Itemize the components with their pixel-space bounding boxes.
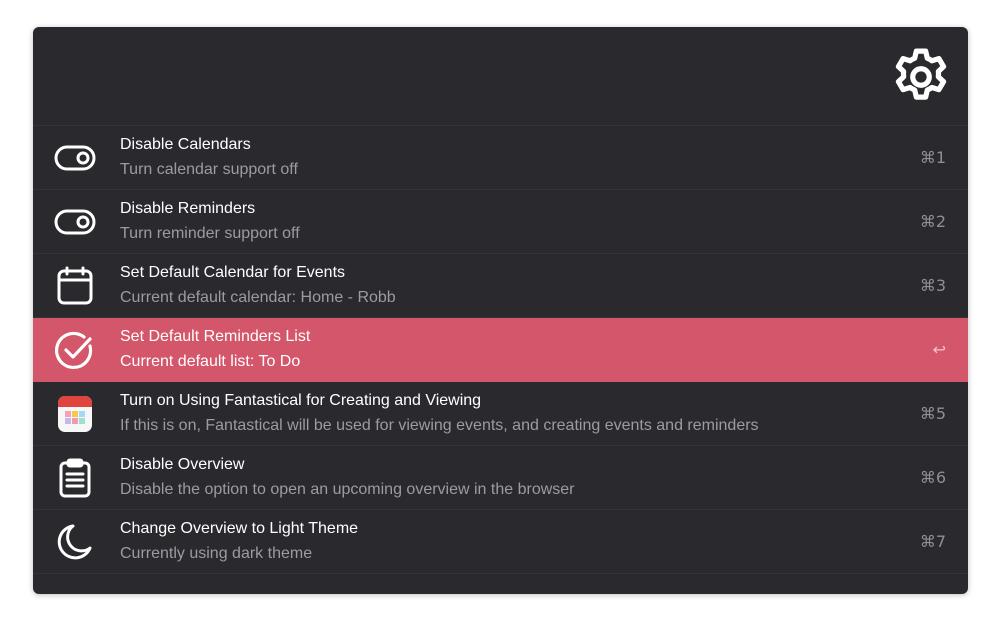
command-subtitle: Disable the option to open an upcoming o… (120, 481, 575, 498)
keyboard-shortcut: ⌘6 (919, 468, 946, 487)
keyboard-shortcut: ⌘7 (919, 532, 946, 551)
command-item-default-calendar[interactable]: Set Default Calendar for Events Current … (33, 254, 968, 318)
palette-header (33, 27, 968, 126)
moon-icon (53, 522, 97, 562)
command-item-disable-overview[interactable]: Disable Overview Disable the option to o… (33, 446, 968, 510)
keyboard-shortcut: ⌘5 (919, 404, 946, 423)
fantastical-app-icon (53, 394, 97, 434)
command-item-disable-reminders[interactable]: Disable Reminders Turn reminder support … (33, 190, 968, 254)
gear-icon[interactable] (888, 44, 954, 110)
command-subtitle: Current default list: To Do (120, 353, 301, 370)
command-subtitle: Turn reminder support off (120, 225, 300, 242)
command-title: Disable Overview (120, 456, 245, 473)
toggle-icon (53, 138, 97, 178)
enter-key-icon: ↩ (932, 340, 946, 359)
command-title: Disable Reminders (120, 200, 256, 217)
command-title: Change Overview to Light Theme (120, 520, 359, 537)
command-subtitle: Turn calendar support off (120, 161, 298, 178)
command-title: Turn on Using Fantastical for Creating a… (120, 392, 482, 409)
keyboard-shortcut: ⌘2 (919, 212, 946, 231)
check-circle-icon (53, 330, 97, 370)
keyboard-shortcut: ⌘3 (919, 276, 946, 295)
command-palette: Disable Calendars Turn calendar support … (33, 27, 968, 594)
command-title: Set Default Calendar for Events (120, 264, 346, 281)
clipboard-icon (53, 458, 97, 498)
command-item-light-theme[interactable]: Change Overview to Light Theme Currently… (33, 510, 968, 574)
command-title: Set Default Reminders List (120, 328, 311, 345)
command-item-disable-calendars[interactable]: Disable Calendars Turn calendar support … (33, 126, 968, 190)
command-subtitle: Current default calendar: Home - Robb (120, 289, 396, 306)
command-subtitle: Currently using dark theme (120, 545, 313, 562)
toggle-icon (53, 202, 97, 242)
command-title: Disable Calendars (120, 136, 251, 153)
command-item-default-reminders-list[interactable]: Set Default Reminders List Current defau… (33, 318, 968, 382)
command-list: Disable Calendars Turn calendar support … (33, 126, 968, 574)
calendar-icon (53, 266, 97, 306)
command-subtitle: If this is on, Fantastical will be used … (120, 417, 759, 434)
command-item-use-fantastical[interactable]: Turn on Using Fantastical for Creating a… (33, 382, 968, 446)
keyboard-shortcut: ⌘1 (919, 148, 946, 167)
